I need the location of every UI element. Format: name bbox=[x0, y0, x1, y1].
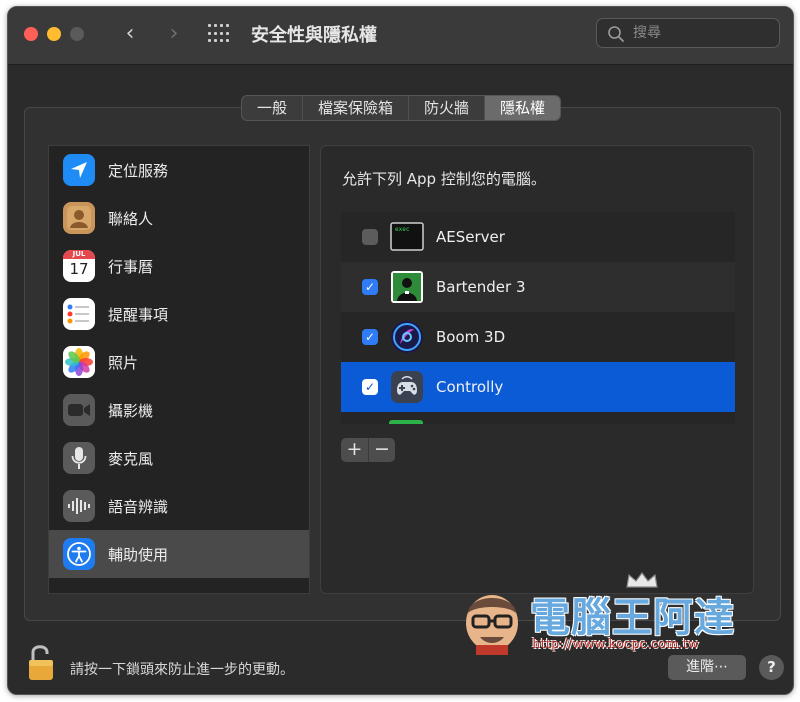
photos-icon bbox=[63, 346, 95, 378]
app-checkbox-bartender[interactable]: ✓ bbox=[362, 279, 378, 295]
calendar-day: 17 bbox=[69, 260, 89, 278]
tab-general[interactable]: 一般 bbox=[242, 96, 304, 120]
boom-3d-icon bbox=[390, 320, 424, 354]
list-item-partial bbox=[341, 412, 735, 424]
app-list[interactable]: exec AEServer ✓ Bartender 3 ✓ Boom 3D ✓ … bbox=[341, 212, 735, 424]
camera-icon bbox=[63, 394, 95, 426]
app-name: AEServer bbox=[436, 228, 505, 246]
sidebar-item-label: 行事曆 bbox=[108, 257, 154, 276]
privacy-category-list[interactable]: 定位服務 聯絡人 JUL 17 行事曆 提醒事項 照片 攝影機 麥克風 語音辨識… bbox=[48, 145, 310, 594]
list-item-boom-3d[interactable]: ✓ Boom 3D bbox=[341, 312, 735, 362]
remove-app-button[interactable]: − bbox=[368, 438, 395, 462]
reminders-icon bbox=[63, 298, 95, 330]
help-button[interactable]: ? bbox=[759, 655, 784, 680]
sidebar-item-label: 提醒事項 bbox=[108, 305, 169, 324]
sidebar-item-label: 照片 bbox=[108, 353, 139, 372]
sidebar-item-photos[interactable]: 照片 bbox=[49, 338, 309, 386]
sidebar-item-reminders[interactable]: 提醒事項 bbox=[49, 290, 309, 338]
tab-privacy[interactable]: 隱私權 bbox=[485, 96, 561, 120]
search-field[interactable] bbox=[596, 18, 780, 48]
watermark-title: 電腦王阿達 bbox=[530, 595, 735, 641]
sidebar-item-location-services[interactable]: 定位服務 bbox=[49, 146, 309, 194]
sidebar-item-label: 定位服務 bbox=[108, 161, 169, 180]
close-window-button[interactable] bbox=[24, 27, 38, 41]
sidebar-item-calendars[interactable]: JUL 17 行事曆 bbox=[49, 242, 309, 290]
mascot-logo bbox=[466, 595, 518, 655]
sidebar-item-label: 語音辨識 bbox=[108, 497, 169, 516]
speech-recognition-icon bbox=[63, 490, 95, 522]
calendar-month: JUL bbox=[63, 250, 95, 259]
sidebar-item-label: 麥克風 bbox=[108, 449, 154, 468]
gamepad-icon bbox=[390, 370, 424, 404]
sidebar-item-label: 聯絡人 bbox=[108, 209, 154, 228]
forward-chevron-icon[interactable]: › bbox=[160, 19, 188, 49]
sidebar-item-label: 輔助使用 bbox=[108, 545, 169, 564]
app-name: Boom 3D bbox=[436, 328, 506, 346]
terminal-exec-text: exec bbox=[395, 226, 410, 233]
location-arrow-icon bbox=[63, 154, 95, 186]
sidebar-item-label: 攝影機 bbox=[108, 401, 154, 420]
list-item-bartender[interactable]: ✓ Bartender 3 bbox=[341, 262, 735, 312]
zoom-window-button[interactable] bbox=[70, 27, 84, 41]
list-item-controlly[interactable]: ✓ Controlly bbox=[341, 362, 735, 412]
terminal-exec-icon: exec bbox=[390, 220, 424, 254]
sidebar-item-microphone[interactable]: 麥克風 bbox=[49, 434, 309, 482]
panel-heading: 允許下列 App 控制您的電腦。 bbox=[342, 170, 546, 188]
app-name: Bartender 3 bbox=[436, 278, 526, 296]
tab-bar: 一般 檔案保險箱 防火牆 隱私權 bbox=[241, 95, 562, 121]
list-item-aeserver[interactable]: exec AEServer bbox=[341, 212, 735, 262]
back-chevron-icon[interactable]: ‹ bbox=[116, 19, 144, 49]
search-input[interactable] bbox=[633, 23, 773, 43]
calendar-icon: JUL 17 bbox=[63, 250, 95, 282]
sidebar-item-accessibility[interactable]: 輔助使用 bbox=[49, 530, 309, 578]
watermark-url: http://www.kocpc.com.tw bbox=[532, 637, 699, 652]
tab-firewall[interactable]: 防火牆 bbox=[409, 96, 486, 120]
app-name: Controlly bbox=[436, 378, 504, 396]
app-checkbox-aeserver[interactable] bbox=[362, 229, 378, 245]
search-icon bbox=[608, 26, 624, 42]
advanced-button[interactable]: 進階⋯ bbox=[668, 655, 746, 680]
accessibility-permissions-panel: 允許下列 App 控制您的電腦。 exec AEServer ✓ Bartend… bbox=[320, 145, 754, 594]
accessibility-icon bbox=[63, 538, 95, 570]
tab-filevault[interactable]: 檔案保險箱 bbox=[303, 96, 410, 120]
app-checkbox-controlly[interactable]: ✓ bbox=[362, 379, 378, 395]
add-remove-control: + − bbox=[341, 438, 395, 462]
app-checkbox-boom-3d[interactable]: ✓ bbox=[362, 329, 378, 345]
contacts-icon bbox=[63, 202, 95, 234]
sidebar-item-speech-recognition[interactable]: 語音辨識 bbox=[49, 482, 309, 530]
show-all-grid-icon[interactable] bbox=[208, 24, 232, 44]
microphone-icon bbox=[63, 442, 95, 474]
lock-icon[interactable] bbox=[28, 642, 56, 682]
minimize-window-button[interactable] bbox=[47, 27, 61, 41]
system-preferences-window: ‹ › 安全性與隱私權 一般 檔案保險箱 防火牆 隱私權 定位服務 bbox=[7, 6, 794, 695]
window-title: 安全性與隱私權 bbox=[251, 25, 377, 46]
sidebar-item-contacts[interactable]: 聯絡人 bbox=[49, 194, 309, 242]
lock-hint-text: 請按一下鎖頭來防止進一步的更動。 bbox=[70, 662, 294, 678]
bartender-icon bbox=[390, 270, 424, 304]
title-bar: ‹ › 安全性與隱私權 bbox=[8, 7, 793, 65]
sidebar-item-camera[interactable]: 攝影機 bbox=[49, 386, 309, 434]
add-app-button[interactable]: + bbox=[341, 438, 368, 462]
